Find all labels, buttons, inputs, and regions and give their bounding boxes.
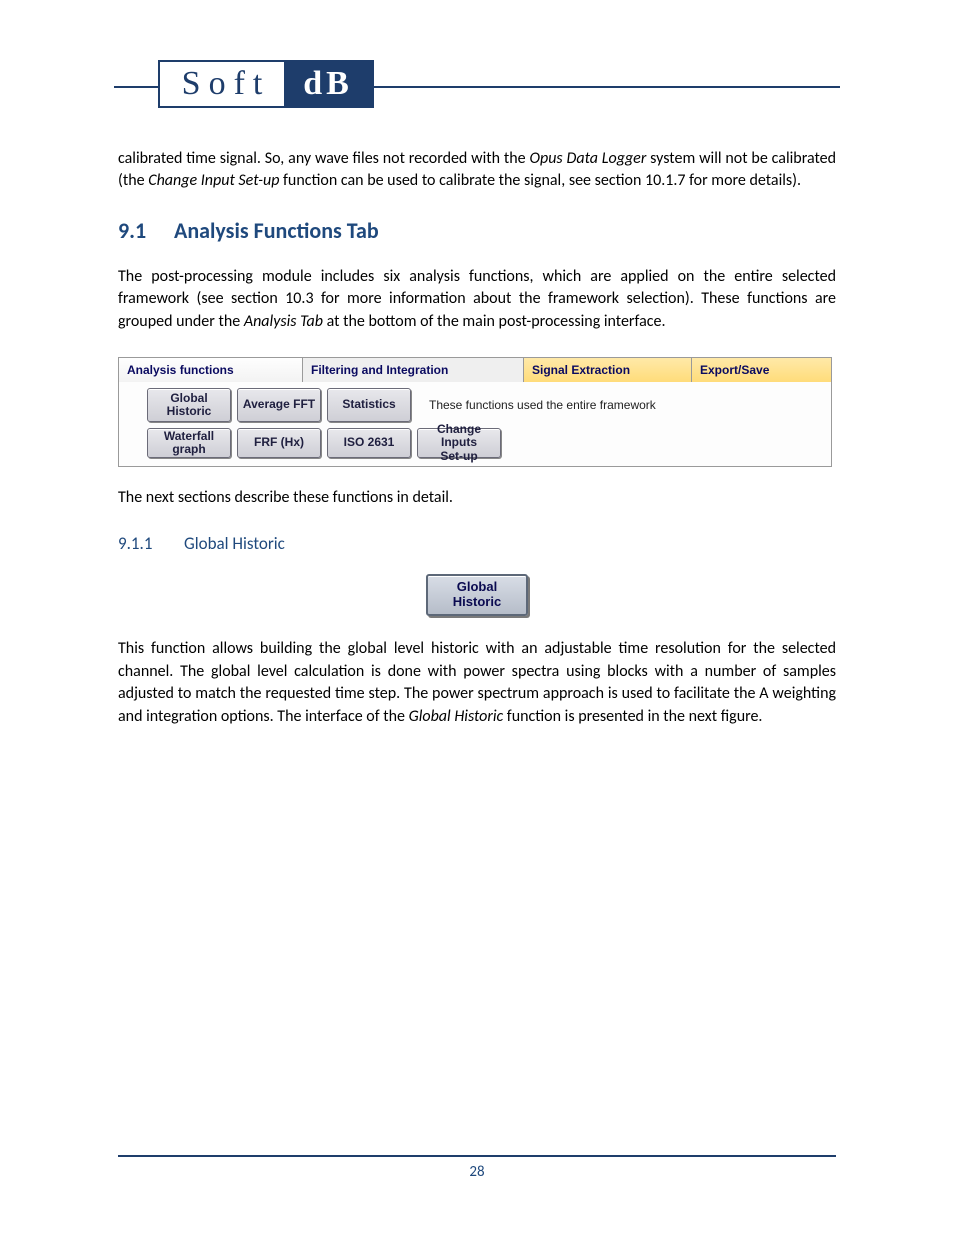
heading-9-1: 9.1Analysis Functions Tab [118, 217, 836, 244]
global-historic-button-large[interactable]: GlobalHistoric [426, 574, 528, 616]
text: at the bottom of the main post-processin… [323, 312, 666, 331]
brand-logo: Soft dB [158, 60, 374, 108]
button-row-1: GlobalHistoric Average FFT Statistics Th… [147, 388, 823, 422]
change-inputs-setup-button[interactable]: Change InputsSet-up [417, 428, 501, 458]
tab-analysis-functions[interactable]: Analysis functions [119, 358, 303, 382]
em-analysis-tab: Analysis Tab [244, 312, 323, 331]
brand-logo-db: dB [284, 62, 372, 106]
statistics-button[interactable]: Statistics [327, 388, 411, 422]
em-global-historic: Global Historic [409, 707, 504, 726]
framework-note: These functions used the entire framewor… [417, 398, 656, 412]
header-rule-left [114, 86, 158, 88]
document-page: Soft dB calibrated time signal. So, any … [0, 0, 954, 1235]
paragraph-next-sections: The next sections describe these functio… [118, 487, 836, 509]
em-change-input-setup: Change Input Set-up [148, 171, 279, 190]
heading-title: Global Historic [184, 533, 285, 554]
heading-number: 9.1.1 [118, 533, 184, 554]
figure-tabs: Analysis functions Filtering and Integra… [118, 357, 832, 467]
tab-signal-extraction[interactable]: Signal Extraction [524, 358, 692, 382]
heading-title: Analysis Functions Tab [174, 217, 379, 244]
em-opus-data-logger: Opus Data Logger [530, 149, 647, 168]
button-row-2: Waterfallgraph FRF (Hx) ISO 2631 Change … [147, 428, 823, 458]
frf-hx-button[interactable]: FRF (Hx) [237, 428, 321, 458]
text: function can be used to calibrate the si… [279, 171, 801, 190]
footer-rule [118, 1155, 836, 1157]
average-fft-button[interactable]: Average FFT [237, 388, 321, 422]
heading-number: 9.1 [118, 217, 174, 244]
page-number: 28 [0, 1163, 954, 1181]
global-historic-button[interactable]: GlobalHistoric [147, 388, 231, 422]
waterfall-graph-button[interactable]: Waterfallgraph [147, 428, 231, 458]
paragraph-9-1-1: This function allows building the global… [118, 638, 836, 728]
brand-logo-soft: Soft [160, 62, 284, 106]
iso-2631-button[interactable]: ISO 2631 [327, 428, 411, 458]
text: calibrated time signal. So, any wave fil… [118, 149, 530, 168]
tab-panel-analysis: GlobalHistoric Average FFT Statistics Th… [118, 382, 832, 467]
header-logo-area: Soft dB [118, 60, 836, 108]
figure-global-historic-button: GlobalHistoric [118, 574, 836, 616]
paragraph-intro: calibrated time signal. So, any wave fil… [118, 148, 836, 193]
tab-filtering-integration[interactable]: Filtering and Integration [303, 358, 524, 382]
tab-strip: Analysis functions Filtering and Integra… [118, 357, 832, 382]
text: function is presented in the next figure… [503, 707, 762, 726]
header-rule-right [374, 86, 840, 88]
paragraph-9-1: The post-processing module includes six … [118, 266, 836, 333]
tab-export-save[interactable]: Export/Save [692, 358, 832, 382]
heading-9-1-1: 9.1.1Global Historic [118, 533, 836, 554]
